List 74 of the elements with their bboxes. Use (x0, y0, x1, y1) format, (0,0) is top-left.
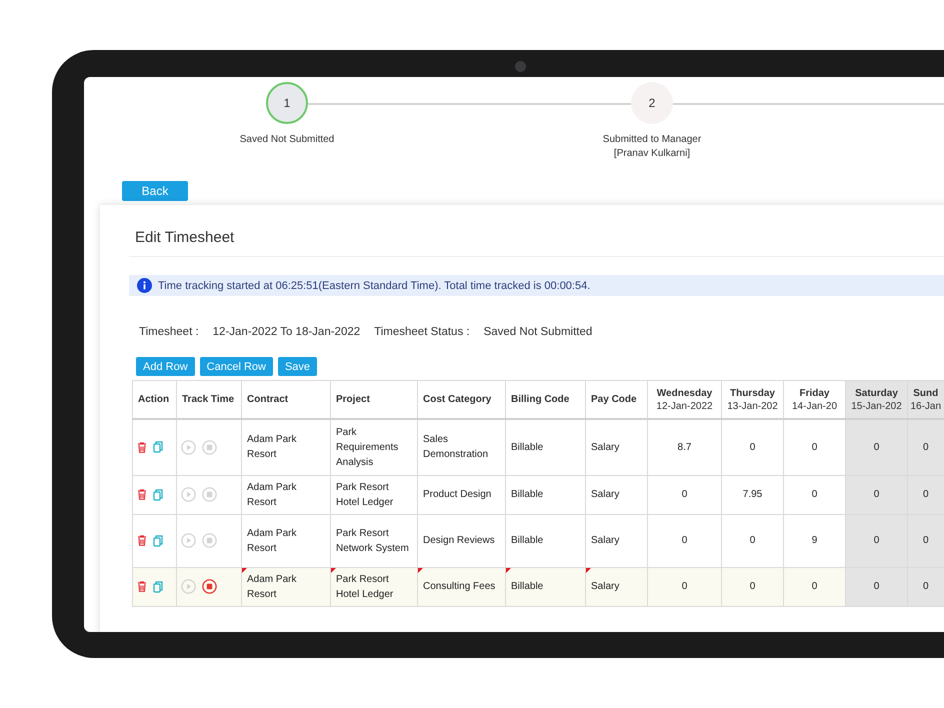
table-cell: Park Resort Network System (336, 528, 409, 554)
table-cell: Billable (511, 442, 544, 453)
card-title: Edit Timesheet (134, 229, 236, 246)
table-cell: Park Resort Hotel Ledger (336, 482, 394, 508)
copy-icon[interactable] (153, 534, 163, 546)
hours-cell[interactable]: 7.95 (722, 475, 784, 514)
hours-cell[interactable]: 0 (648, 514, 722, 567)
hours-cell[interactable]: 0 (722, 419, 784, 475)
hours-cell[interactable]: 0 (908, 567, 944, 606)
table-cell: Salary (591, 581, 620, 592)
column-header: Saturday 15-Jan-202 (846, 380, 908, 419)
meta-value: 12-Jan-2022 To 18-Jan-2022 (212, 326, 360, 338)
table-cell: Billable (511, 581, 544, 592)
hours-cell[interactable]: 0 (908, 419, 944, 475)
play-icon[interactable] (181, 487, 196, 502)
table-cell: Adam Park Resort (247, 574, 296, 600)
column-header: Track Time (176, 380, 242, 419)
hours-cell[interactable]: 0 (846, 475, 908, 514)
copy-icon[interactable] (153, 488, 163, 500)
stop-icon[interactable] (202, 579, 217, 594)
play-icon[interactable] (181, 440, 196, 455)
camera-lens (515, 61, 526, 72)
table-cell: Salary (591, 535, 620, 546)
step-sublabel: [Pranav Kulkarni] (614, 148, 690, 159)
play-icon[interactable] (181, 533, 196, 548)
hours-cell[interactable]: 0 (908, 475, 944, 514)
hours-cell[interactable]: 0 (722, 514, 784, 567)
table-cell: Salary (591, 442, 620, 453)
table-cell: Product Design (423, 489, 492, 500)
hours-cell[interactable]: 0 (648, 567, 722, 606)
table-cell: Adam Park Resort (247, 482, 296, 508)
step-circle: 1 (266, 82, 308, 124)
delete-icon[interactable] (137, 581, 147, 592)
info-icon (137, 278, 152, 293)
column-header: Sund 16-Jan (908, 380, 944, 419)
meta-value: Saved Not Submitted (484, 326, 592, 338)
column-header: Contract (242, 380, 330, 419)
table-cell: Consulting Fees (423, 581, 496, 592)
column-header: Project (330, 380, 418, 419)
column-header: Thursday 13-Jan-202 (722, 380, 784, 419)
hours-cell[interactable]: 0 (784, 567, 846, 606)
step-label: Submitted to Manager (602, 134, 702, 145)
hours-cell[interactable]: 8.7 (648, 419, 722, 475)
table-cell: Design Reviews (423, 535, 495, 546)
table-cell: Billable (511, 535, 544, 546)
hours-cell[interactable]: 0 (648, 475, 722, 514)
copy-icon[interactable] (153, 441, 163, 454)
column-header: Wednesday 12-Jan-2022 (648, 380, 722, 419)
delete-icon[interactable] (137, 442, 147, 453)
hours-cell[interactable]: 0 (846, 514, 908, 567)
column-header: Billing Code (506, 380, 586, 419)
hours-cell[interactable]: 0 (722, 567, 784, 606)
table-cell: Salary (591, 489, 620, 500)
table-cell: Billable (511, 489, 544, 500)
meta-label: Timesheet : (139, 326, 199, 338)
step-label: Saved Not Submitted (240, 134, 334, 145)
table-cell: Adam Park Resort (247, 434, 296, 460)
hours-cell[interactable]: 0 (846, 567, 908, 606)
banner-text: Time tracking started at 06:25:51(Eastern Standard Time). Total time tracked is 00:00:54. (158, 280, 590, 292)
delete-icon[interactable] (137, 535, 147, 546)
table-cell: Adam Park Resort (247, 528, 296, 554)
copy-icon[interactable] (153, 580, 163, 592)
table-cell: Sales Demonstration (423, 434, 488, 460)
hours-cell[interactable]: 0 (908, 514, 944, 567)
table-cell: Park Resort Hotel Ledger (336, 574, 394, 600)
hours-cell[interactable]: 0 (846, 419, 908, 475)
column-header: Pay Code (586, 380, 648, 419)
play-icon[interactable] (181, 579, 196, 594)
column-header: Action (132, 380, 176, 419)
table-cell: Park Requirements Analysis (336, 426, 398, 468)
delete-icon[interactable] (137, 489, 147, 500)
column-header: Cost Category (418, 380, 506, 419)
step-circle: 2 (631, 82, 673, 124)
meta-label: Timesheet Status : (374, 326, 470, 338)
